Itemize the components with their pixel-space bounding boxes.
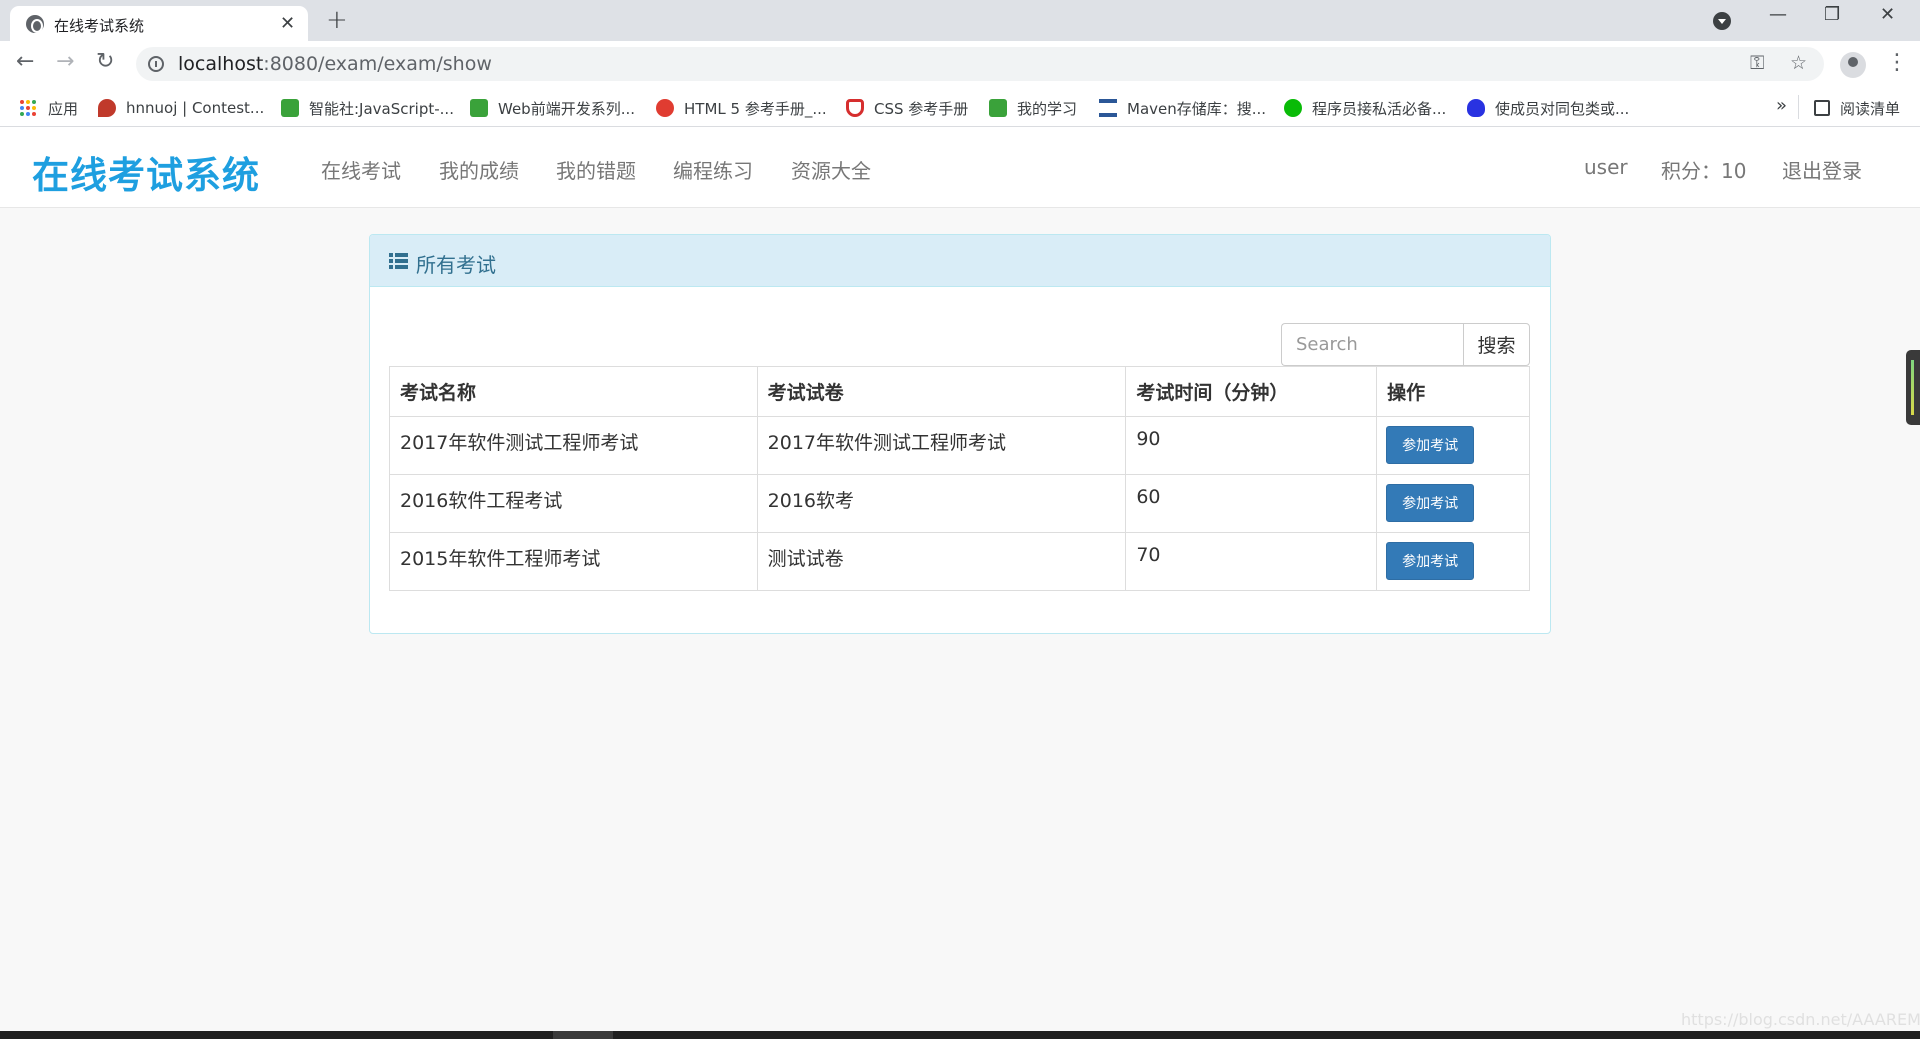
nav-resources[interactable]: 资源大全 (791, 155, 871, 184)
browser-tab-bar: 在线考试系统 ✕ + — ❐ ✕ (0, 0, 1920, 41)
side-scroll-widget[interactable] (1906, 350, 1920, 425)
bookmark-maven[interactable]: Maven存储库：搜... (1099, 97, 1266, 119)
site-info-icon[interactable] (148, 56, 164, 72)
bookmark-hnnuoj[interactable]: hnnuoj | Contest... (98, 97, 264, 119)
table-row: 2015年软件工程师考试 测试试卷 70 参加考试 (389, 532, 1530, 591)
cell-actions: 参加考试 (1376, 416, 1530, 475)
table-row: 2017年软件测试工程师考试 2017年软件测试工程师考试 90 参加考试 (389, 416, 1530, 475)
cell-actions: 参加考试 (1376, 474, 1530, 533)
search-group: 搜索 (1281, 323, 1530, 366)
browser-tab[interactable]: 在线考试系统 ✕ (10, 6, 308, 41)
css-shield-icon (846, 99, 864, 117)
bookmarks-divider (1798, 95, 1799, 119)
nav-points: 积分：10 (1661, 159, 1747, 183)
brand-logo[interactable]: 在线考试系统 (32, 145, 260, 199)
mvn-icon (1099, 99, 1117, 117)
browser-toolbar: ← → ↻ localhost:8080/exam/exam/show ⚿ ☆ … (0, 41, 1920, 87)
bookmark-javascript[interactable]: 智能社:JavaScript-... (281, 97, 454, 119)
cell-exam-duration: 90 (1125, 416, 1378, 475)
minimize-icon[interactable]: — (1769, 4, 1787, 25)
globe-icon (26, 15, 44, 33)
taskbar-active-item[interactable] (553, 1031, 613, 1039)
search-button[interactable]: 搜索 (1463, 323, 1530, 366)
tab-search-icon[interactable] (1713, 12, 1731, 30)
bookmark-apps[interactable]: 应用 (20, 97, 78, 119)
cell-exam-paper: 2017年软件测试工程师考试 (756, 416, 1127, 475)
header-exam-paper: 考试试卷 (756, 366, 1127, 417)
panel-title: 所有考试 (416, 253, 496, 277)
cell-exam-duration: 70 (1125, 532, 1378, 591)
bookmark-web-frontend[interactable]: Web前端开发系列... (470, 97, 635, 119)
back-icon[interactable]: ← (16, 49, 34, 74)
join-exam-button[interactable]: 参加考试 (1386, 484, 1475, 522)
nav-programming-practice[interactable]: 编程练习 (673, 155, 753, 184)
address-bar[interactable]: localhost:8080/exam/exam/show ⚿ ☆ (136, 47, 1824, 81)
bookmark-package-access[interactable]: 使成员对同包类或... (1467, 97, 1629, 119)
nav-my-mistakes[interactable]: 我的错题 (556, 155, 636, 184)
cell-actions: 参加考试 (1376, 532, 1530, 591)
wechat-icon (1284, 99, 1302, 117)
cell-exam-name: 2015年软件工程师考试 (389, 532, 758, 591)
balloon-icon (98, 99, 116, 117)
join-exam-button[interactable]: 参加考试 (1386, 426, 1475, 464)
bookmark-my-learning[interactable]: 我的学习 (989, 97, 1077, 119)
list-icon (389, 253, 408, 269)
table-row: 2016软件工程考试 2016软考 60 参加考试 (389, 474, 1530, 533)
search-input[interactable] (1281, 323, 1463, 366)
baidu-paw-icon (1467, 99, 1485, 117)
key-icon[interactable]: ⚿ (1750, 52, 1764, 74)
restore-icon[interactable]: ❐ (1824, 4, 1840, 25)
cell-exam-name: 2017年软件测试工程师考试 (389, 416, 758, 475)
reading-list-icon (1814, 100, 1830, 116)
url-text[interactable]: localhost:8080/exam/exam/show (178, 53, 492, 75)
more-bookmarks-icon[interactable]: » (1776, 95, 1787, 116)
bookmarks-bar: 应用 hnnuoj | Contest... 智能社:JavaScript-..… (0, 87, 1920, 127)
app-navbar: 在线考试系统 在线考试 我的成绩 我的错题 编程练习 资源大全 user 积分：… (0, 127, 1920, 208)
table-header-row: 考试名称 考试试卷 考试时间（分钟） 操作 (389, 366, 1530, 417)
nav-username[interactable]: user (1584, 155, 1628, 179)
profile-avatar-icon[interactable] (1840, 52, 1866, 78)
browser-menu-icon[interactable]: ⋮ (1886, 50, 1908, 75)
tab-title: 在线考试系统 (54, 17, 145, 35)
reload-icon[interactable]: ↻ (96, 49, 114, 74)
window-close-icon[interactable]: ✕ (1880, 4, 1895, 25)
green-book-icon (470, 99, 488, 117)
new-tab-button[interactable]: + (326, 5, 348, 35)
nav-my-scores[interactable]: 我的成绩 (439, 155, 519, 184)
tab-close-icon[interactable]: ✕ (280, 13, 295, 34)
header-actions: 操作 (1376, 366, 1530, 417)
exam-table: 考试名称 考试试卷 考试时间（分钟） 操作 2017年软件测试工程师考试 201… (389, 366, 1530, 591)
header-exam-duration: 考试时间（分钟） (1125, 366, 1378, 417)
bookmark-freelance[interactable]: 程序员接私活必备... (1284, 97, 1446, 119)
watermark: https://blog.csdn.net/AAAREMIX (1681, 1010, 1920, 1029)
nav-logout[interactable]: 退出登录 (1782, 155, 1862, 184)
cell-exam-paper: 测试试卷 (756, 532, 1127, 591)
join-exam-button[interactable]: 参加考试 (1386, 542, 1475, 580)
cell-exam-name: 2016软件工程考试 (389, 474, 758, 533)
header-exam-name: 考试名称 (389, 366, 758, 417)
reading-list[interactable]: 阅读清单 (1814, 97, 1900, 119)
os-taskbar (0, 1031, 1920, 1039)
panel-heading: 所有考试 (370, 235, 1550, 287)
green-book-icon (281, 99, 299, 117)
bookmark-css[interactable]: CSS 参考手册 (846, 97, 968, 119)
bookmark-star-icon[interactable]: ☆ (1790, 52, 1807, 74)
cell-exam-paper: 2016软考 (756, 474, 1127, 533)
nav-online-exam[interactable]: 在线考试 (321, 155, 401, 184)
forward-icon[interactable]: → (56, 49, 74, 74)
bookmark-html5[interactable]: HTML 5 参考手册_... (656, 97, 827, 119)
cell-exam-duration: 60 (1125, 474, 1378, 533)
green-book-icon (989, 99, 1007, 117)
exams-panel: 所有考试 搜索 考试名称 考试试卷 考试时间（分钟） 操作 2017年软件测试工… (369, 234, 1551, 634)
apps-grid-icon (20, 100, 36, 116)
owl-icon (656, 99, 674, 117)
